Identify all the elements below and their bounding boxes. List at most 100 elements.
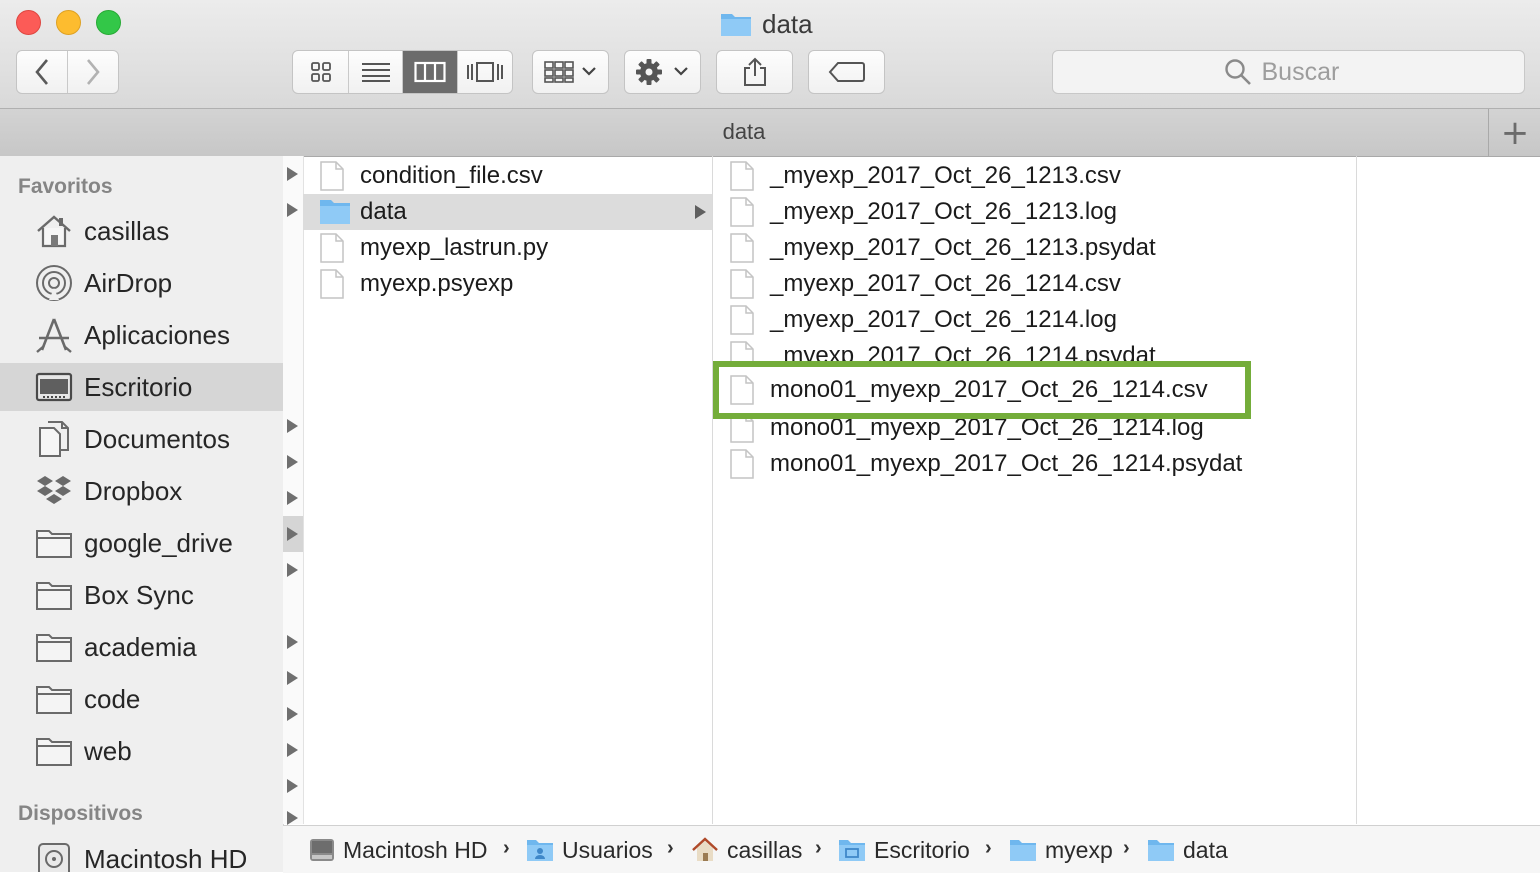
list-item[interactable]: myexp_lastrun.py [303, 230, 712, 266]
cover-flow-view-button[interactable] [458, 51, 513, 93]
path-separator: › [667, 837, 674, 859]
sidebar-item-box-sync[interactable]: Box Sync [0, 571, 283, 619]
chevron-right-icon [86, 59, 100, 85]
document-icon [729, 305, 755, 340]
path-item-data[interactable]: data [1147, 835, 1228, 865]
list-item[interactable]: mono01_myexp_2017_Oct_26_1214.psydat [713, 446, 1356, 482]
list-item[interactable]: _myexp_2017_Oct_26_1213.log [713, 194, 1356, 230]
column-strip [283, 156, 304, 825]
document-icon [729, 233, 755, 268]
document-icon [319, 161, 345, 196]
list-item-highlighted[interactable]: mono01_myexp_2017_Oct_26_1214.csv [719, 372, 1245, 408]
grid-view-icon [310, 62, 331, 82]
path-separator: › [503, 837, 510, 859]
hard-drive-icon [310, 839, 334, 861]
column-view-icon [414, 61, 446, 83]
folder-icon [34, 629, 74, 665]
users-folder-icon [527, 840, 553, 861]
dropbox-icon [34, 473, 74, 509]
path-item-usuarios[interactable]: Usuarios [526, 835, 653, 865]
list-item[interactable]: _myexp_2017_Oct_26_1213.psydat [713, 230, 1356, 266]
search-input[interactable] [1259, 56, 1354, 88]
list-item[interactable]: data [303, 194, 712, 230]
disclosure-arrow-icon [695, 205, 706, 219]
tag-icon [828, 62, 865, 82]
close-window-button[interactable] [16, 10, 41, 35]
sidebar-item-academia[interactable]: academia [0, 623, 283, 671]
document-icon [729, 449, 755, 484]
folder-icon [34, 577, 74, 613]
navigation-buttons [16, 50, 119, 94]
disclosure-arrow-icon [287, 779, 298, 793]
list-view-button[interactable] [349, 51, 403, 93]
list-item[interactable]: _myexp_2017_Oct_26_1214.csv [713, 266, 1356, 302]
edit-tags-button[interactable] [808, 50, 885, 94]
sidebar-item-airdrop[interactable]: AirDrop [0, 259, 283, 307]
icon-view-button[interactable] [293, 51, 350, 93]
hard-drive-icon [34, 841, 74, 872]
sidebar-item-documentos[interactable]: Documentos [0, 415, 283, 463]
disclosure-arrow-icon [287, 419, 298, 433]
folder-icon [34, 733, 74, 769]
view-mode-control [292, 50, 513, 94]
sidebar-item-dropbox[interactable]: Dropbox [0, 467, 283, 515]
forward-button[interactable] [68, 51, 119, 93]
chevron-left-icon [35, 59, 48, 85]
sidebar-item-code[interactable]: code [0, 675, 283, 723]
window-title-text: data [762, 8, 813, 39]
path-item-myexp[interactable]: myexp [1009, 835, 1113, 865]
browser-column-empty [1357, 156, 1540, 824]
column-view-button[interactable] [403, 51, 458, 93]
sidebar-item-aplicaciones[interactable]: Aplicaciones [0, 311, 283, 359]
document-icon [729, 197, 755, 232]
tab-data[interactable]: data [0, 119, 1488, 145]
share-button[interactable] [716, 50, 793, 94]
list-view-icon [361, 63, 390, 82]
path-item-escritorio[interactable]: Escritorio [838, 835, 970, 865]
path-separator: › [1123, 837, 1130, 859]
path-separator: › [985, 837, 992, 859]
path-item-macintosh-hd[interactable]: Macintosh HD [309, 835, 487, 865]
disclosure-arrow-icon [287, 527, 298, 541]
disclosure-arrow-icon [287, 671, 298, 685]
gear-icon [635, 59, 688, 85]
list-item[interactable]: _myexp_2017_Oct_26_1213.csv [713, 158, 1356, 194]
window-title: data [720, 6, 813, 42]
disclosure-arrow-icon [287, 203, 298, 217]
arrange-grid-icon [543, 61, 596, 83]
browser-column-myexp: condition_file.csv data myexp_lastrun.py… [303, 156, 713, 824]
list-item[interactable]: myexp.psyexp [303, 266, 712, 302]
sidebar-item-macintosh-hd[interactable]: Macintosh HD [0, 835, 283, 872]
devices-heading: Dispositivos [18, 802, 143, 825]
desktop-folder-icon [839, 840, 865, 861]
disclosure-arrow-icon [287, 563, 298, 577]
action-menu-button[interactable] [624, 50, 701, 94]
browser-column-data: _myexp_2017_Oct_26_1213.csv _myexp_2017_… [713, 156, 1357, 824]
cover-flow-icon [466, 62, 503, 82]
add-tab-button[interactable]: + [1488, 109, 1540, 156]
folder-icon [34, 681, 74, 717]
disclosure-arrow-icon [287, 491, 298, 505]
document-icon [729, 161, 755, 196]
sidebar-item-escritorio[interactable]: Escritorio [0, 363, 283, 411]
path-item-casillas[interactable]: casillas [691, 835, 802, 865]
minimize-window-button[interactable] [56, 10, 81, 35]
tab-bar: data + [0, 108, 1540, 157]
search-field[interactable] [1052, 50, 1525, 94]
document-icon [729, 375, 755, 410]
folder-icon [721, 14, 751, 36]
sidebar-item-google-drive[interactable]: google_drive [0, 519, 283, 567]
back-button[interactable] [17, 51, 68, 93]
arrange-button[interactable] [532, 50, 609, 94]
document-icon [319, 269, 345, 304]
favorites-heading: Favoritos [18, 175, 113, 198]
desktop-icon [34, 369, 74, 405]
list-item[interactable]: _myexp_2017_Oct_26_1214.log [713, 302, 1356, 338]
share-icon [743, 57, 766, 86]
sidebar-item-casillas[interactable]: casillas [0, 207, 283, 255]
zoom-window-button[interactable] [96, 10, 121, 35]
disclosure-arrow-icon [287, 811, 298, 825]
list-item[interactable]: condition_file.csv [303, 158, 712, 194]
sidebar-item-web[interactable]: web [0, 727, 283, 775]
folder-icon [319, 197, 351, 230]
